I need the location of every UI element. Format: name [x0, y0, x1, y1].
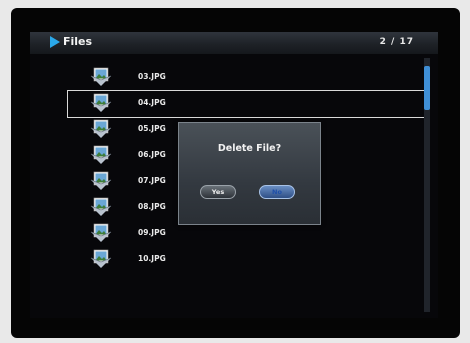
page-indicator: 2 / 17	[379, 37, 414, 47]
file-name: 04.JPG	[138, 98, 166, 107]
file-name: 08.JPG	[138, 202, 166, 211]
no-button[interactable]: No	[259, 185, 295, 199]
photo-file-icon	[90, 145, 112, 164]
file-name: 03.JPG	[138, 72, 166, 81]
photo-file-icon	[90, 119, 112, 138]
photo-file-icon	[90, 223, 112, 242]
file-name: 07.JPG	[138, 176, 166, 185]
photo-file-icon	[90, 249, 112, 268]
header-bar: Files 2 / 17	[30, 32, 438, 54]
file-name: 09.JPG	[138, 228, 166, 237]
file-row-selected[interactable]: 04.JPG	[67, 90, 425, 118]
file-name: 06.JPG	[138, 150, 166, 159]
file-name: 10.JPG	[138, 254, 166, 263]
photo-file-icon	[90, 93, 112, 112]
file-row[interactable]: 03.JPG	[68, 65, 424, 91]
scrollbar[interactable]	[424, 58, 430, 312]
yes-button[interactable]: Yes	[200, 185, 236, 199]
dialog-title: Delete File?	[217, 143, 282, 154]
play-arrow-icon	[50, 36, 60, 48]
photo-file-icon	[90, 197, 112, 216]
file-row[interactable]: 10.JPG	[68, 247, 424, 273]
scrollbar-thumb[interactable]	[424, 66, 430, 110]
header-title: Files	[63, 35, 93, 48]
delete-confirm-dialog: Delete File? Yes No	[178, 122, 321, 225]
file-name: 05.JPG	[138, 124, 166, 133]
photo-file-icon	[90, 67, 112, 86]
file-browser-screen: Files 2 / 17 03.JPG 04.JPG 05.JPG 06.JPG…	[30, 32, 438, 318]
photo-file-icon	[90, 171, 112, 190]
